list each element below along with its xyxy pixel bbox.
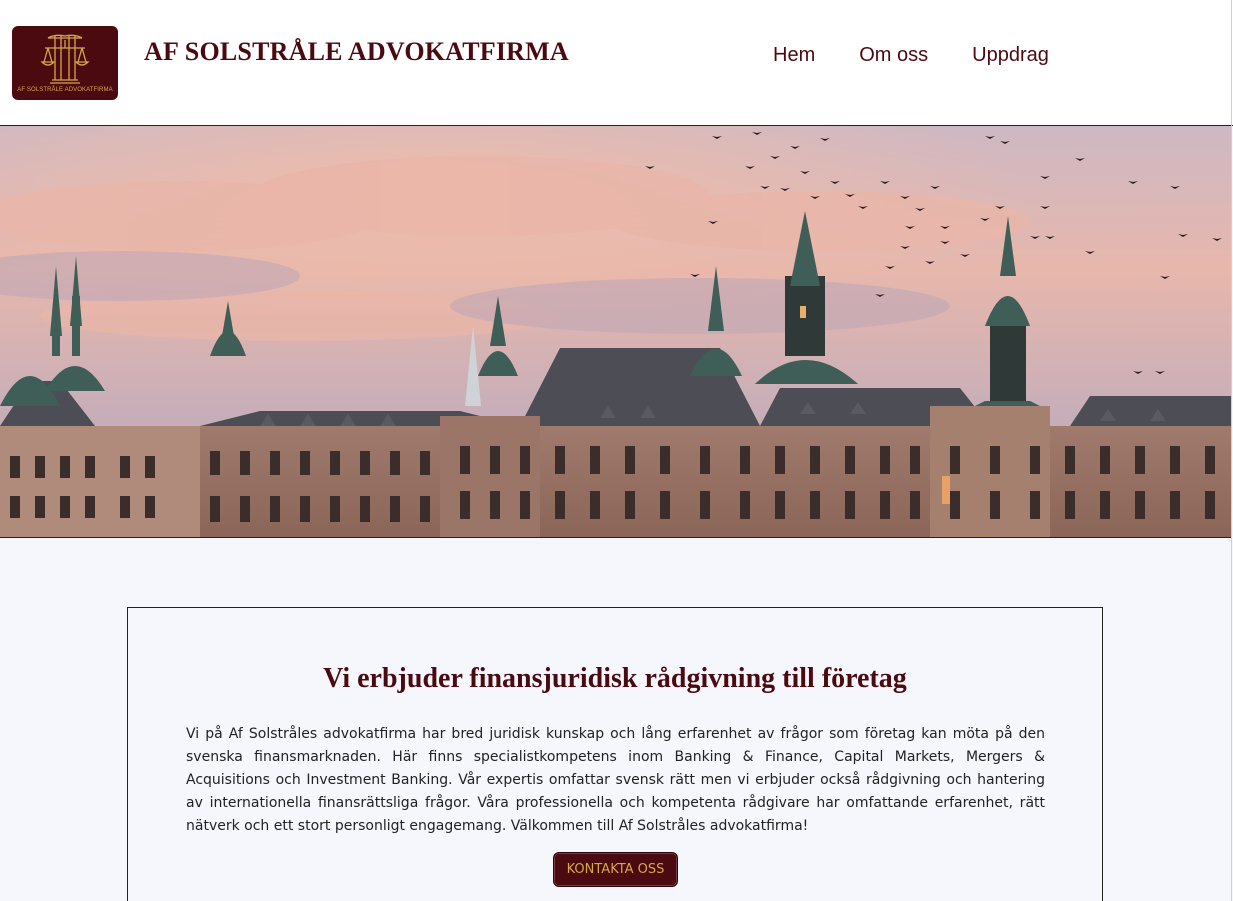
- scrollbar-edge: [1231, 0, 1232, 901]
- brand-name[interactable]: AF SOLSTRÅLE ADVOKATFIRMA: [144, 37, 569, 67]
- contact-button[interactable]: KONTAKTA OSS: [553, 852, 678, 887]
- nav-link-hem[interactable]: Hem: [773, 44, 815, 67]
- logo-caption: AF SOLSTRÅLE ADVOKATFIRMA: [17, 87, 113, 93]
- logo[interactable]: AF SOLSTRÅLE ADVOKATFIRMA: [12, 26, 118, 100]
- site-header: AF SOLSTRÅLE ADVOKATFIRMA AF SOLSTRÅLE A…: [0, 0, 1233, 126]
- stockholm-skyline-photo: [0, 126, 1231, 537]
- main-nav: Hem Om oss Uppdrag: [773, 44, 1049, 67]
- intro-card: Vi erbjuder finansjuridisk rådgivning ti…: [127, 607, 1103, 901]
- nav-link-uppdrag[interactable]: Uppdrag: [972, 44, 1049, 67]
- nav-link-om-oss[interactable]: Om oss: [859, 44, 928, 67]
- intro-body: Vi på Af Solstråles advokatfirma har bre…: [186, 726, 1045, 834]
- hero-image: [0, 126, 1231, 538]
- intro-title: Vi erbjuder finansjuridisk rådgivning ti…: [323, 663, 907, 694]
